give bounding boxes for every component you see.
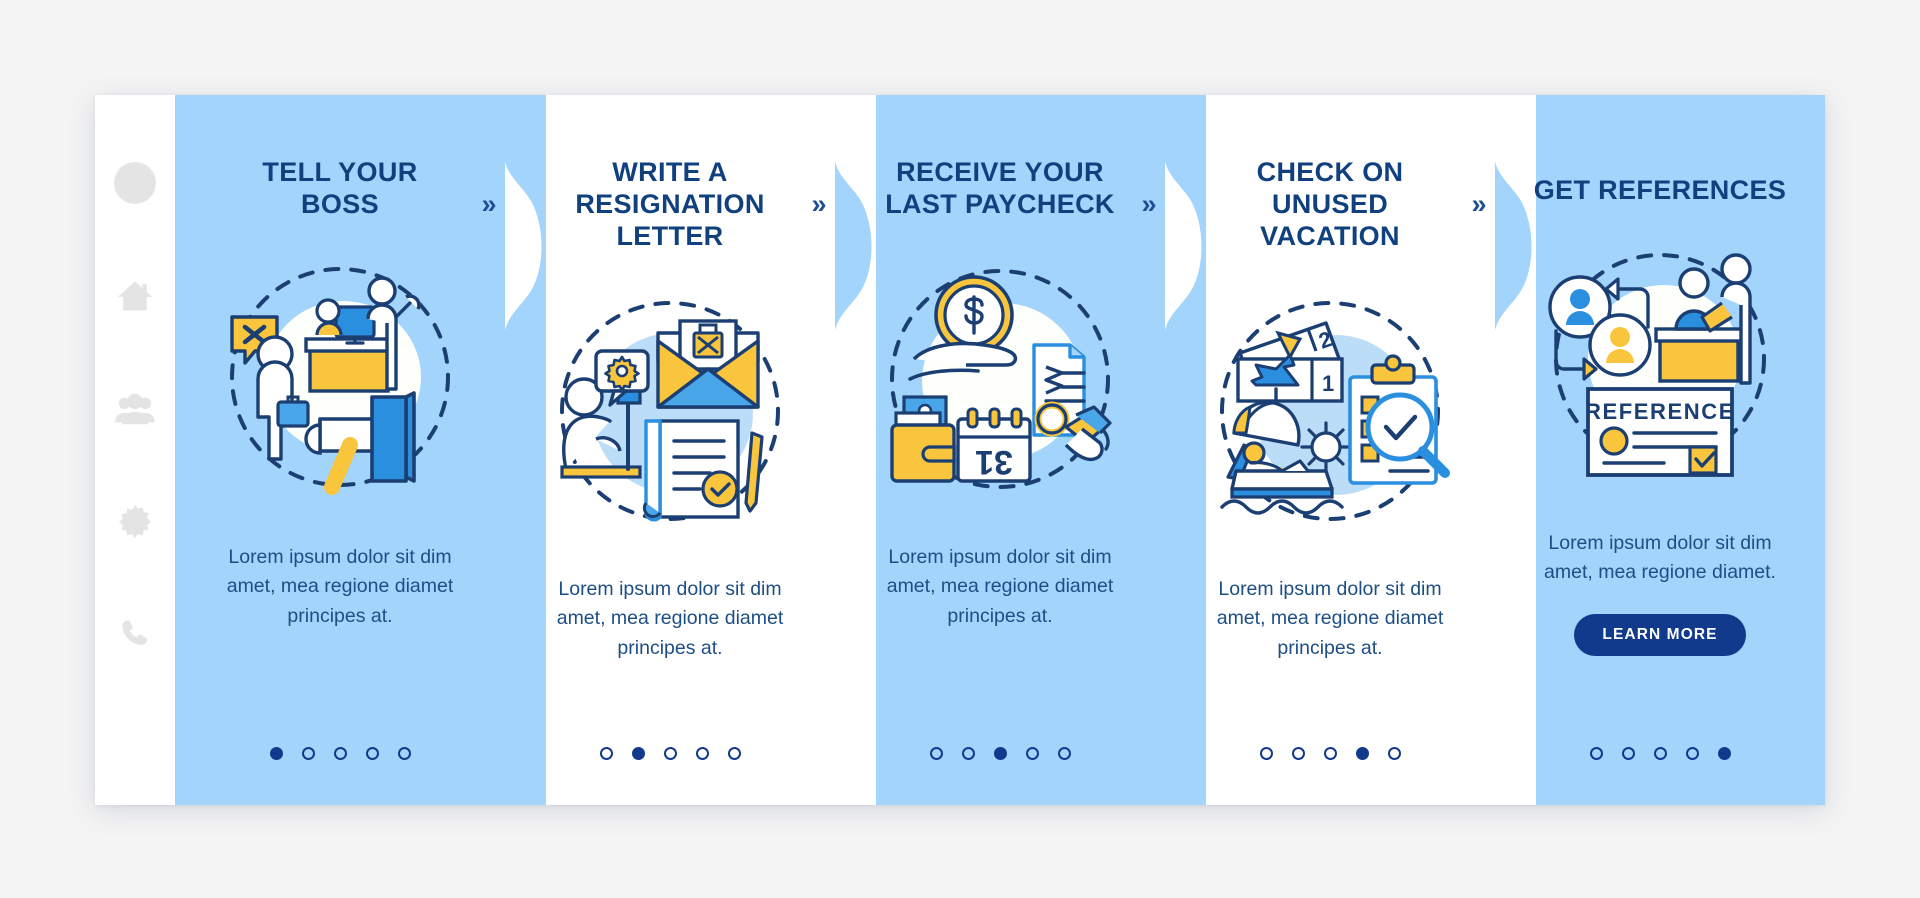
pagination-dots-2[interactable] <box>505 747 835 760</box>
card-title-1: TELL YOUR BOSS <box>262 157 418 219</box>
tell-your-boss-illustration <box>210 249 470 509</box>
people-group-icon <box>114 388 156 430</box>
card-body-4: Lorem ipsum dolor sit dim amet, mea regi… <box>1216 577 1444 659</box>
dot-4[interactable] <box>695 747 709 760</box>
card-title-4: CHECK ON UNUSED VACATION <box>1256 157 1404 251</box>
dot-5[interactable] <box>1057 747 1071 760</box>
unused-vacation-illustration: 2 1 <box>1200 281 1460 541</box>
dot-2[interactable] <box>961 747 975 760</box>
card-body-5: Lorem ipsum dolor sit dim amet, mea regi… <box>1544 531 1776 584</box>
pagination-dots-3[interactable] <box>835 747 1165 760</box>
pagination-dots-5[interactable] <box>1495 747 1825 760</box>
dot-3[interactable] <box>1323 747 1337 760</box>
dot-1[interactable] <box>1259 747 1273 760</box>
card-title-2: WRITE A RESIGNATION LETTER <box>575 157 765 251</box>
card-body-1: Lorem ipsum dolor sit dim amet, mea regi… <box>226 545 454 627</box>
pagination-dots-4[interactable] <box>1165 747 1495 760</box>
learn-more-button[interactable]: LEARN MORE <box>1574 614 1746 657</box>
user-avatar-icon <box>113 161 157 205</box>
sidebar <box>95 95 175 805</box>
dot-3[interactable] <box>993 747 1007 760</box>
onboarding-card-5[interactable]: » GET REFERENCES REFERENCE Lorem ipsum d… <box>1471 95 1825 805</box>
step-chevron-5: » <box>1471 189 1486 219</box>
dot-5[interactable] <box>1717 747 1731 760</box>
last-paycheck-illustration: 31 <box>870 249 1130 509</box>
card-title-5: GET REFERENCES <box>1533 175 1787 205</box>
svg-text:31: 31 <box>975 443 1013 481</box>
onboarding-card-4[interactable]: » CHECK ON UNUSED VACATION 2 1 Lorem ips… <box>1141 95 1495 805</box>
dot-4[interactable] <box>365 747 379 760</box>
dot-3[interactable] <box>663 747 677 760</box>
dot-5[interactable] <box>397 747 411 760</box>
sidebar-item-contact[interactable] <box>113 613 157 657</box>
onboarding-cards: TELL YOUR BOSS Lorem ipsum dolor sit dim… <box>175 95 1825 805</box>
sidebar-item-team[interactable] <box>113 387 157 431</box>
gear-icon <box>115 502 155 542</box>
dot-3[interactable] <box>333 747 347 760</box>
dot-1[interactable] <box>929 747 943 760</box>
dot-3[interactable] <box>1653 747 1667 760</box>
svg-text:REFERENCE: REFERENCE <box>1585 399 1735 424</box>
dot-4[interactable] <box>1025 747 1039 760</box>
onboarding-card-2[interactable]: » WRITE A RESIGNATION LETTER Lorem ipsum… <box>481 95 835 805</box>
card-body-2: Lorem ipsum dolor sit dim amet, mea regi… <box>556 577 784 659</box>
phone-icon <box>116 616 154 654</box>
onboarding-card-1[interactable]: TELL YOUR BOSS Lorem ipsum dolor sit dim… <box>175 95 505 805</box>
dot-2[interactable] <box>631 747 645 760</box>
sidebar-item-home[interactable] <box>113 274 157 318</box>
dot-2[interactable] <box>1621 747 1635 760</box>
dot-4[interactable] <box>1355 747 1369 760</box>
resignation-letter-illustration <box>540 281 800 541</box>
dot-1[interactable] <box>269 747 283 760</box>
dot-2[interactable] <box>1291 747 1305 760</box>
dot-1[interactable] <box>1589 747 1603 760</box>
home-icon <box>115 276 155 316</box>
card-body-3: Lorem ipsum dolor sit dim amet, mea regi… <box>886 545 1114 627</box>
dot-5[interactable] <box>1387 747 1401 760</box>
dot-5[interactable] <box>727 747 741 760</box>
card-title-3: RECEIVE YOUR LAST PAYCHECK <box>885 157 1115 219</box>
onboarding-frame: TELL YOUR BOSS Lorem ipsum dolor sit dim… <box>95 95 1825 805</box>
svg-text:1: 1 <box>1322 371 1334 396</box>
step-chevron-4: » <box>1141 189 1156 219</box>
dot-1[interactable] <box>599 747 613 760</box>
dot-4[interactable] <box>1685 747 1699 760</box>
get-references-illustration: REFERENCE <box>1530 235 1790 495</box>
onboarding-card-3[interactable]: » RECEIVE YOUR LAST PAYCHECK 31 Lorem ip… <box>811 95 1165 805</box>
step-chevron-2: » <box>481 189 496 219</box>
step-chevron-3: » <box>811 189 826 219</box>
screen: TELL YOUR BOSS Lorem ipsum dolor sit dim… <box>0 0 1920 898</box>
sidebar-item-profile[interactable] <box>113 161 157 205</box>
dot-2[interactable] <box>301 747 315 760</box>
sidebar-item-settings[interactable] <box>113 500 157 544</box>
pagination-dots-1[interactable] <box>175 747 505 760</box>
